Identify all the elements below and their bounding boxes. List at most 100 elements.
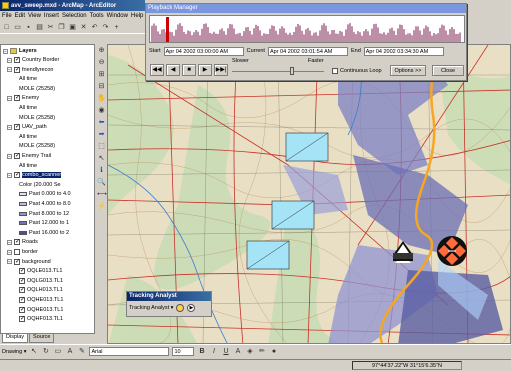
layer-visibility-checkbox[interactable]: ✓ xyxy=(19,306,25,313)
cut-icon[interactable]: ✂ xyxy=(46,23,55,32)
expand-icon[interactable]: − xyxy=(7,57,12,63)
toc-layer-row[interactable]: Past 4.000 to 8.0 xyxy=(19,201,71,207)
layer-visibility-checkbox[interactable]: ✓ xyxy=(14,57,20,63)
toc-layer-row[interactable]: ✓ OQHF013.TL1 xyxy=(19,316,63,323)
layer-visibility-checkbox[interactable]: ✓ xyxy=(19,297,25,303)
toc-layer-row[interactable]: Past 0.000 to 4.0 xyxy=(19,191,71,197)
font-size-select[interactable]: 10 xyxy=(172,347,195,356)
edit-vertices-icon[interactable]: ✎ xyxy=(77,347,86,356)
toc-layer-row[interactable]: − ✓ background xyxy=(7,258,51,265)
layer-visibility-checkbox[interactable]: ✓ xyxy=(19,316,25,323)
close-button[interactable]: Close xyxy=(432,65,464,76)
toc-layer-row[interactable]: ✓ OQLG013.TL1 xyxy=(19,277,63,284)
identify-icon[interactable]: ℹ xyxy=(97,166,106,175)
underline-icon[interactable]: U xyxy=(221,347,230,356)
toc-layer-row[interactable]: All time xyxy=(19,105,37,111)
undo-icon[interactable]: ↶ xyxy=(90,23,99,32)
layer-visibility-checkbox[interactable]: ✓ xyxy=(14,66,20,73)
drawing-menu[interactable]: Drawing ▾ xyxy=(2,349,26,355)
layer-visibility-checkbox[interactable]: ✓ xyxy=(14,124,20,131)
toc-layer-row[interactable]: All time xyxy=(19,76,37,82)
toc-layer-row[interactable]: ✓ OQLH013.TL1 xyxy=(19,287,63,294)
toc-layer-row[interactable]: − ✓ combo_scanner xyxy=(7,172,62,179)
step-back-button[interactable]: ◀ xyxy=(166,64,180,76)
playback-timeline-histogram[interactable] xyxy=(149,15,465,43)
menu-view[interactable]: View xyxy=(28,13,41,19)
full-extent-icon[interactable]: ◉ xyxy=(97,106,106,115)
new-icon[interactable]: □ xyxy=(2,23,11,32)
toc-layer-row[interactable]: MOLE (25258) xyxy=(19,86,55,92)
add-data-icon[interactable]: + xyxy=(112,23,121,32)
expand-icon[interactable]: − xyxy=(7,95,12,101)
zoom-in-icon[interactable]: ⊕ xyxy=(97,46,106,55)
font-select[interactable]: Arial xyxy=(89,347,170,356)
rectangle-icon[interactable]: ▭ xyxy=(53,347,62,356)
continuous-loop-checkbox[interactable]: Continuous Loop xyxy=(332,68,382,74)
toc-root-layers[interactable]: − Layers xyxy=(3,48,37,54)
layer-visibility-checkbox[interactable]: ✓ xyxy=(14,95,20,102)
pan-icon[interactable]: ✋ xyxy=(97,94,106,103)
expand-icon[interactable]: − xyxy=(7,153,12,159)
toc-layer-row[interactable]: − ✓ Enemy Trail xyxy=(7,153,51,159)
play-button[interactable]: ▶ xyxy=(198,64,212,76)
expand-icon[interactable]: − xyxy=(7,249,12,255)
speed-slider[interactable] xyxy=(232,67,324,75)
tab-display[interactable]: Display xyxy=(2,334,29,343)
stop-button[interactable]: ■ xyxy=(182,64,196,76)
toc-layer-row[interactable]: Color (20.000 Se xyxy=(19,182,61,188)
print-icon[interactable]: ▤ xyxy=(35,23,44,32)
add-temporal-data-icon[interactable] xyxy=(176,304,185,312)
layer-visibility-checkbox[interactable]: ✓ xyxy=(19,268,25,275)
speed-slider-thumb[interactable] xyxy=(290,67,294,75)
select-features-icon[interactable]: ⬚ xyxy=(97,142,106,151)
continuous-loop-box[interactable] xyxy=(332,68,338,74)
toc-layer-row[interactable]: ✓ OQHE013.TL1 xyxy=(19,306,63,313)
toc-layer-row[interactable]: ✓ OQLE013.TL1 xyxy=(19,268,62,275)
select-elements-icon[interactable]: ↖ xyxy=(29,347,38,356)
redo-icon[interactable]: ↷ xyxy=(101,23,110,32)
layer-visibility-checkbox[interactable]: ✓ xyxy=(14,239,20,246)
fill-color-icon[interactable]: ◈ xyxy=(245,347,254,356)
menu-selection[interactable]: Selection xyxy=(62,13,87,19)
layer-visibility-checkbox[interactable]: ✓ xyxy=(19,277,25,284)
bold-icon[interactable]: B xyxy=(197,347,206,356)
menu-help[interactable]: Help xyxy=(131,13,143,19)
expand-icon[interactable]: − xyxy=(7,172,12,178)
marker-color-icon[interactable]: ● xyxy=(269,347,278,356)
layer-visibility-checkbox[interactable]: ✓ xyxy=(14,172,20,179)
expand-icon[interactable]: − xyxy=(7,239,12,245)
menu-insert[interactable]: Insert xyxy=(44,13,59,19)
current-time-field[interactable]: Apr 04 2002 03:01:54 AM xyxy=(267,46,348,56)
expand-icon[interactable]: − xyxy=(7,259,12,265)
fast-forward-button[interactable]: ▶▶| xyxy=(214,64,228,76)
toc-layer-row[interactable]: MOLE (25258) xyxy=(19,115,55,121)
toc-layer-row[interactable]: − ✓ UAV_path xyxy=(7,124,47,131)
measure-icon[interactable]: ⟷ xyxy=(97,190,107,199)
find-icon[interactable]: 🔍 xyxy=(97,178,106,187)
toc-layer-row[interactable]: − ✓ Enemy xyxy=(7,95,39,102)
delete-icon[interactable]: ✕ xyxy=(79,23,88,32)
menu-tools[interactable]: Tools xyxy=(90,13,104,19)
menu-file[interactable]: File xyxy=(2,13,12,19)
copy-icon[interactable]: ❐ xyxy=(57,23,66,32)
layer-visibility-checkbox[interactable]: ✓ xyxy=(14,258,20,265)
tab-source[interactable]: Source xyxy=(29,334,55,343)
italic-icon[interactable]: I xyxy=(209,347,218,356)
toc-layer-row[interactable]: ✓ OQHE013.TL1 xyxy=(19,297,63,303)
font-color-icon[interactable]: A xyxy=(233,347,242,356)
toc-layer-row[interactable]: All time xyxy=(19,134,37,140)
expand-icon[interactable]: − xyxy=(7,124,12,130)
end-time-field[interactable]: Apr 04 2002 03:34:30 AM xyxy=(363,46,444,56)
layer-visibility-checkbox[interactable] xyxy=(14,249,20,255)
fixed-zoom-out-icon[interactable]: ⊟ xyxy=(97,82,106,91)
hyperlink-icon[interactable]: ⚡ xyxy=(97,202,106,211)
fixed-zoom-in-icon[interactable]: ⊞ xyxy=(97,70,106,79)
forward-extent-icon[interactable]: ➡ xyxy=(97,130,106,139)
options-button[interactable]: Options >> xyxy=(390,65,426,76)
collapse-icon[interactable]: − xyxy=(3,48,8,54)
toc-layer-row[interactable]: All time xyxy=(19,163,37,169)
toc-layer-row[interactable]: Past 8.000 to 12 xyxy=(19,211,69,217)
zoom-out-icon[interactable]: ⊖ xyxy=(97,58,106,67)
rotate-icon[interactable]: ↻ xyxy=(41,347,50,356)
toc-layer-row[interactable]: − ✓ Country Border xyxy=(7,57,59,63)
